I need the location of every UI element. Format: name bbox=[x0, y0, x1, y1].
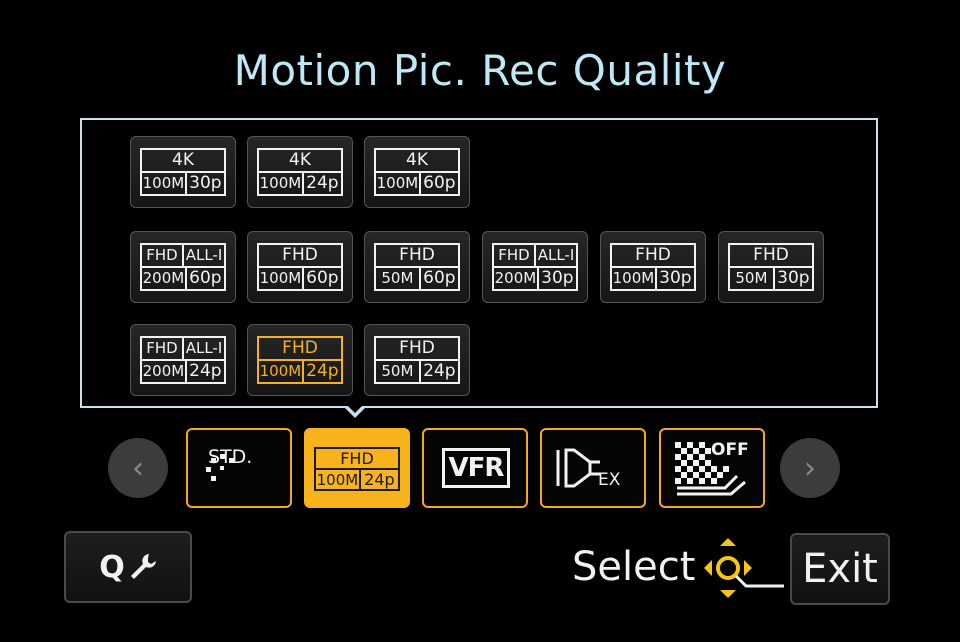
quality-option-fhd-100m-24p-selected[interactable]: FHD 100M 24p bbox=[247, 324, 353, 396]
quality-badge: FHD ALL-I 200M 30p bbox=[492, 243, 578, 291]
tab-standard-label: STD. bbox=[208, 446, 253, 468]
badge-bitrate: 100M bbox=[376, 173, 421, 194]
next-arrow-button[interactable]: › bbox=[780, 438, 840, 498]
previous-arrow-button[interactable]: ‹ bbox=[108, 438, 168, 498]
badge-resolution: FHD bbox=[142, 338, 184, 359]
quality-option-fhd-50m-60p[interactable]: FHD 50M 60p bbox=[364, 231, 470, 303]
badge-framerate: 24p bbox=[189, 361, 222, 381]
badge-bitrate: 100M bbox=[142, 173, 187, 194]
page-title: Motion Pic. Rec Quality bbox=[233, 46, 727, 95]
tab-off-label: OFF bbox=[711, 440, 749, 460]
exit-button[interactable]: Exit bbox=[790, 533, 890, 605]
quality-option-4k-100m-24p[interactable]: 4K 100M 24p bbox=[247, 136, 353, 208]
tab-off[interactable]: OFF bbox=[659, 428, 765, 508]
badge-bitrate: 100M bbox=[259, 268, 304, 289]
badge-framerate: 30p bbox=[189, 173, 222, 193]
badge-resolution: FHD bbox=[730, 245, 812, 268]
badge-framerate: 24p bbox=[306, 173, 339, 193]
quality-badge: FHD 100M 30p bbox=[610, 243, 696, 291]
tab-ex-label: EX bbox=[598, 470, 621, 490]
quality-badge: FHD 50M 24p bbox=[374, 336, 460, 384]
badge-codec: ALL-I bbox=[185, 246, 223, 264]
quality-option-fhd-all-i-200m-30p[interactable]: FHD ALL-I 200M 30p bbox=[482, 231, 588, 303]
wrench-icon bbox=[130, 554, 156, 579]
badge-codec: ALL-I bbox=[537, 246, 575, 264]
badge-bitrate: 100M bbox=[316, 470, 361, 489]
quality-option-fhd-50m-30p[interactable]: FHD 50M 30p bbox=[718, 231, 824, 303]
badge-framerate: 30p bbox=[659, 268, 692, 288]
badge-bitrate: 100M bbox=[612, 268, 657, 289]
badge-framerate: 60p bbox=[189, 268, 222, 288]
chevron-right-icon: › bbox=[804, 450, 816, 486]
badge-resolution: FHD bbox=[142, 245, 184, 266]
badge-framerate: 24p bbox=[423, 361, 456, 381]
badge-bitrate: 200M bbox=[142, 268, 187, 289]
quality-badge: FHD 50M 30p bbox=[728, 243, 814, 291]
badge-bitrate: 50M bbox=[376, 268, 421, 289]
chevron-left-icon: ‹ bbox=[132, 450, 144, 486]
quality-badge: FHD 50M 60p bbox=[374, 243, 460, 291]
tab-standard[interactable]: STD. bbox=[186, 428, 292, 508]
badge-framerate: 24p bbox=[364, 470, 395, 489]
badge-bitrate: 200M bbox=[494, 268, 539, 289]
quick-menu-label: Q bbox=[99, 549, 125, 585]
tab-vfr[interactable]: VFR bbox=[422, 428, 528, 508]
badge-framerate: 24p bbox=[306, 361, 339, 381]
badge-bitrate: 50M bbox=[376, 361, 421, 382]
panel-pointer bbox=[343, 404, 367, 418]
quality-badge: FHD ALL-I 200M 24p bbox=[140, 336, 226, 384]
quality-badge: 4K 100M 24p bbox=[257, 148, 343, 196]
quality-option-fhd-all-i-200m-60p[interactable]: FHD ALL-I 200M 60p bbox=[130, 231, 236, 303]
quality-option-fhd-50m-24p[interactable]: FHD 50M 24p bbox=[364, 324, 470, 396]
cursor-select-icon bbox=[704, 538, 784, 598]
badge-resolution: 4K bbox=[142, 150, 224, 173]
badge-resolution: FHD bbox=[259, 245, 341, 268]
quality-badge: FHD 100M 24p bbox=[257, 336, 343, 384]
tab-rec-quality[interactable]: FHD 100M 24p bbox=[304, 428, 410, 508]
quality-option-fhd-100m-30p[interactable]: FHD 100M 30p bbox=[600, 231, 706, 303]
badge-resolution: FHD bbox=[376, 245, 458, 268]
badge-codec: ALL-I bbox=[185, 339, 223, 357]
badge-resolution: FHD bbox=[316, 449, 398, 470]
quick-menu-button[interactable]: Q bbox=[64, 531, 192, 603]
badge-framerate: 60p bbox=[306, 268, 339, 288]
quality-option-4k-100m-60p[interactable]: 4K 100M 60p bbox=[364, 136, 470, 208]
quality-option-4k-100m-30p[interactable]: 4K 100M 30p bbox=[130, 136, 236, 208]
quality-option-fhd-all-i-200m-24p[interactable]: FHD ALL-I 200M 24p bbox=[130, 324, 236, 396]
quality-badge: 4K 100M 30p bbox=[140, 148, 226, 196]
badge-resolution: FHD bbox=[494, 245, 536, 266]
ex-tele-conversion-icon bbox=[556, 448, 600, 488]
badge-framerate: 60p bbox=[423, 173, 456, 193]
quality-badge: FHD 100M 60p bbox=[257, 243, 343, 291]
badge-resolution: FHD bbox=[376, 338, 458, 361]
badge-framerate: 30p bbox=[541, 268, 574, 288]
quality-badge: FHD 100M 24p bbox=[314, 447, 400, 491]
badge-resolution: 4K bbox=[259, 150, 341, 173]
badge-bitrate: 200M bbox=[142, 361, 187, 382]
badge-framerate: 30p bbox=[777, 268, 810, 288]
tab-vfr-label: VFR bbox=[442, 448, 510, 488]
badge-resolution: 4K bbox=[376, 150, 458, 173]
select-label: Select bbox=[572, 544, 696, 590]
quality-option-fhd-100m-60p[interactable]: FHD 100M 60p bbox=[247, 231, 353, 303]
quality-badge: FHD ALL-I 200M 60p bbox=[140, 243, 226, 291]
badge-bitrate: 50M bbox=[730, 268, 775, 289]
quality-badge: 4K 100M 60p bbox=[374, 148, 460, 196]
camera-menu-screen: Motion Pic. Rec Quality 4K 100M 30p 4K 1… bbox=[0, 0, 960, 642]
badge-resolution: FHD bbox=[259, 338, 341, 361]
tab-ex-tele-conversion[interactable]: EX bbox=[540, 428, 646, 508]
badge-bitrate: 100M bbox=[259, 173, 304, 194]
badge-resolution: FHD bbox=[612, 245, 694, 268]
badge-bitrate: 100M bbox=[259, 361, 304, 382]
badge-framerate: 60p bbox=[423, 268, 456, 288]
